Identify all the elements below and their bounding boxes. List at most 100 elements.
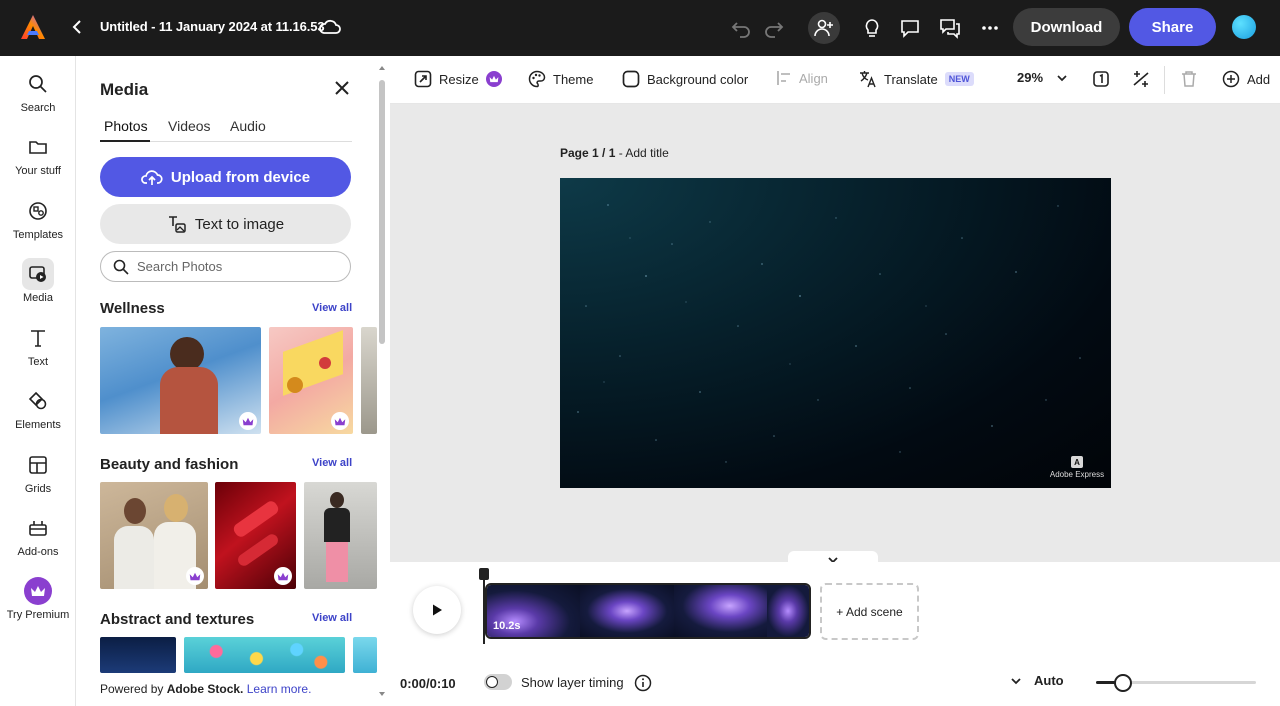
add-title-link[interactable]: - Add title	[615, 146, 669, 160]
view-all-abstract-link[interactable]: View all	[312, 612, 352, 624]
photo-thumbnail[interactable]	[361, 327, 377, 434]
left-rail: Search Your stuff Templates Media Text E…	[0, 56, 76, 706]
chevron-down-icon	[1057, 74, 1067, 81]
comment-icon[interactable]	[896, 14, 924, 42]
invite-user-icon[interactable]	[808, 12, 840, 44]
text-to-image-icon	[168, 216, 186, 233]
premium-crown-icon	[186, 567, 204, 585]
rail-item-grids[interactable]: Grids	[0, 449, 76, 505]
photo-thumbnail[interactable]	[100, 482, 208, 589]
scroll-up-arrow-icon[interactable]	[378, 64, 386, 72]
layer-timing-label: Show layer timing	[521, 675, 624, 690]
photo-thumbnail[interactable]	[100, 637, 176, 673]
rail-item-text[interactable]: Text	[0, 322, 76, 378]
close-icon[interactable]	[332, 78, 352, 98]
playhead-handle[interactable]	[479, 568, 489, 580]
theme-label: Theme	[553, 71, 594, 87]
theme-button[interactable]: Theme	[528, 70, 593, 88]
rail-item-your-stuff[interactable]: Your stuff	[0, 131, 76, 187]
search-photos-input[interactable]	[137, 259, 337, 274]
photo-thumbnail[interactable]	[184, 637, 345, 673]
back-chevron-icon[interactable]	[68, 17, 88, 37]
layers-button[interactable]	[1131, 70, 1151, 88]
page-number-icon	[1093, 71, 1109, 87]
page-label: Page 1 / 1 - Add title	[560, 146, 669, 160]
attribution-brand: Adobe Stock.	[166, 682, 244, 696]
resize-button[interactable]: Resize	[414, 70, 502, 88]
rail-item-elements[interactable]: Elements	[0, 385, 76, 441]
rail-item-label: Add-ons	[17, 546, 59, 558]
rail-item-label: Grids	[24, 483, 52, 495]
zoom-dropdown[interactable]: 29%	[1017, 70, 1068, 85]
align-icon	[777, 71, 790, 85]
play-icon	[433, 604, 442, 616]
panel-scrollbar[interactable]	[378, 64, 386, 704]
scroll-down-arrow-icon[interactable]	[378, 690, 386, 698]
undo-icon[interactable]	[727, 14, 755, 42]
tab-audio[interactable]: Audio	[230, 118, 266, 134]
user-avatar[interactable]	[1232, 15, 1256, 39]
rail-item-search[interactable]: Search	[0, 68, 76, 124]
rail-item-templates[interactable]: Templates	[0, 195, 76, 251]
add-button[interactable]: Add	[1222, 70, 1270, 88]
toolbar-divider	[1164, 66, 1165, 94]
search-photos-box[interactable]	[100, 251, 351, 282]
background-color-button[interactable]: Background color	[622, 70, 748, 88]
scrollbar-thumb[interactable]	[379, 80, 385, 344]
page-number: Page 1 / 1	[560, 146, 616, 160]
cloud-sync-icon[interactable]	[318, 16, 342, 38]
adobe-express-logo-icon[interactable]	[20, 14, 46, 40]
info-icon[interactable]	[634, 674, 652, 692]
timeline-zoom-dropdown[interactable]: Auto	[1010, 673, 1064, 688]
text-to-image-button[interactable]: Text to image	[100, 204, 351, 244]
photo-thumbnail[interactable]	[215, 482, 296, 589]
particle-background	[577, 204, 1081, 463]
photo-thumbnail[interactable]	[100, 327, 261, 434]
lightbulb-icon[interactable]	[858, 14, 886, 42]
layer-timing-toggle[interactable]	[484, 674, 512, 690]
view-all-wellness-link[interactable]: View all	[312, 302, 352, 314]
premium-crown-icon	[239, 412, 257, 430]
play-button[interactable]	[413, 586, 461, 634]
document-title[interactable]: Untitled - 11 January 2024 at 11.16.53	[100, 19, 325, 34]
playback-time: 0:00/0:10	[400, 676, 456, 691]
redo-icon[interactable]	[760, 14, 788, 42]
photo-thumbnail[interactable]	[269, 327, 353, 434]
photo-thumbnail[interactable]	[304, 482, 377, 589]
search-icon	[113, 259, 129, 275]
add-scene-button[interactable]: + Add scene	[820, 583, 919, 640]
tab-photos[interactable]: Photos	[104, 118, 148, 134]
translate-icon	[860, 71, 876, 88]
rail-item-label: Elements	[15, 419, 61, 431]
scene-frame	[580, 585, 674, 637]
view-all-beauty-link[interactable]: View all	[312, 457, 352, 469]
active-tab-indicator	[100, 140, 150, 142]
add-label: Add	[1247, 71, 1271, 87]
background-color-label: Background color	[647, 71, 749, 87]
tab-videos[interactable]: Videos	[168, 118, 211, 134]
chat-icon[interactable]	[936, 14, 964, 42]
rail-item-label: Media	[23, 292, 53, 304]
page-count-button[interactable]	[1092, 70, 1110, 88]
more-options-icon[interactable]	[976, 14, 1004, 42]
delete-button[interactable]	[1180, 70, 1198, 88]
scene-clip[interactable]: 10.2s	[485, 583, 811, 639]
rail-item-media[interactable]: Media	[0, 258, 76, 314]
translate-button[interactable]: Translate NEW	[859, 70, 974, 88]
rail-item-add-ons[interactable]: Add-ons	[0, 512, 76, 568]
plus-circle-icon	[1222, 70, 1240, 88]
download-button[interactable]: Download	[1013, 8, 1120, 46]
upload-from-device-button[interactable]: Upload from device	[100, 157, 351, 197]
scene-frame	[673, 585, 767, 637]
align-label: Align	[799, 70, 828, 86]
design-canvas[interactable]: A Adobe Express	[560, 178, 1111, 488]
share-button[interactable]: Share	[1129, 8, 1216, 46]
align-button[interactable]: Align	[776, 70, 828, 86]
rail-item-try-premium[interactable]: Try Premium	[0, 575, 76, 631]
folder-icon	[29, 141, 47, 154]
zoom-slider-handle[interactable]	[1114, 674, 1133, 692]
media-tabs: Photos Videos Audio	[100, 118, 352, 142]
photo-thumbnail[interactable]	[353, 637, 377, 673]
crown-icon	[24, 577, 52, 605]
learn-more-link[interactable]: Learn more.	[247, 682, 312, 696]
